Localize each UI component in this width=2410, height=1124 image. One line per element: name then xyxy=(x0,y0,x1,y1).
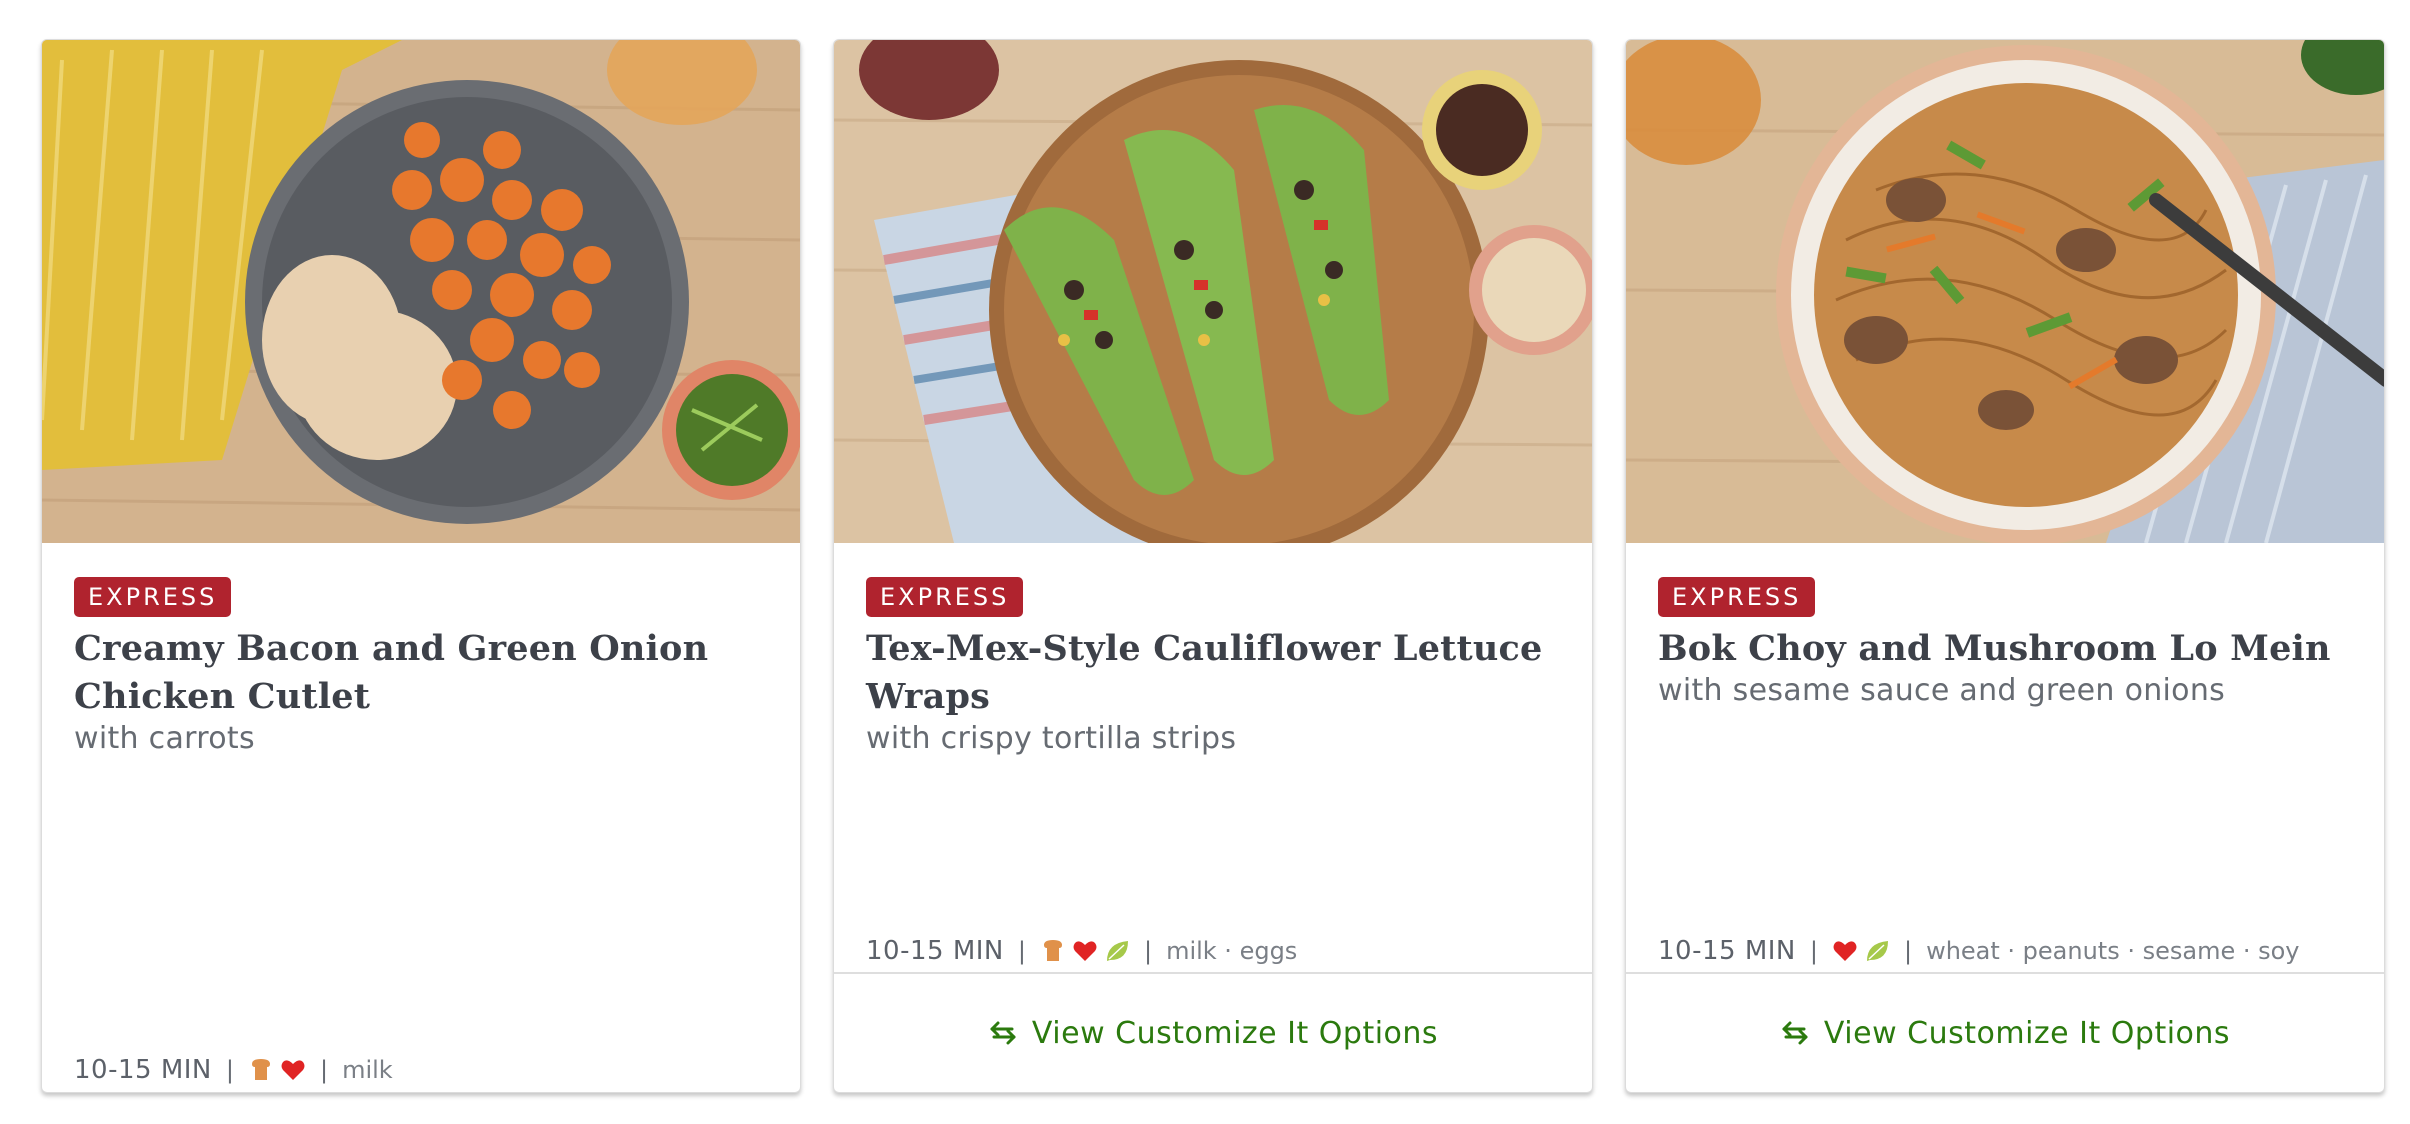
diet-icons xyxy=(248,1057,306,1083)
express-badge: EXPRESS xyxy=(74,577,232,617)
swap-arrows-icon xyxy=(988,1018,1018,1048)
heart-icon xyxy=(1832,938,1858,964)
swap-arrows-icon xyxy=(1780,1018,1810,1048)
heart-icon xyxy=(280,1057,306,1083)
meta-divider: | xyxy=(1903,937,1913,965)
meal-photo[interactable] xyxy=(1626,40,2384,543)
meal-card-grid: EXPRESS Creamy Bacon and Green Onion Chi… xyxy=(41,39,2385,1093)
cook-time: 10-15 MIN xyxy=(74,1055,212,1085)
express-badge: EXPRESS xyxy=(866,577,1024,617)
meta-divider: | xyxy=(1017,937,1026,965)
cook-time: 10-15 MIN xyxy=(1658,936,1796,966)
allergens: milk · eggs xyxy=(1166,937,1298,965)
meta-divider: | xyxy=(319,1056,329,1084)
express-badge: EXPRESS xyxy=(1658,577,1816,617)
meal-card[interactable]: EXPRESS Creamy Bacon and Green Onion Chi… xyxy=(41,39,801,1093)
leaf-icon xyxy=(1104,938,1130,964)
leaf-icon xyxy=(1864,938,1890,964)
meal-title[interactable]: Creamy Bacon and Green Onion Chicken Cut… xyxy=(74,625,772,721)
meta-divider: | xyxy=(225,1056,234,1084)
heart-icon xyxy=(1072,938,1098,964)
customize-options-button[interactable]: View Customize It Options xyxy=(834,972,1592,1092)
meal-title[interactable]: Bok Choy and Mushroom Lo Mein xyxy=(1658,625,2356,673)
diet-icons xyxy=(1040,938,1130,964)
card-body: EXPRESS Creamy Bacon and Green Onion Chi… xyxy=(74,577,772,757)
card-body: EXPRESS Tex-Mex-Style Cauliflower Lettuc… xyxy=(866,577,1564,757)
meal-title[interactable]: Tex-Mex-Style Cauliflower Lettuce Wraps xyxy=(866,625,1564,721)
meal-photo[interactable] xyxy=(834,40,1592,543)
customize-options-label: View Customize It Options xyxy=(1823,1015,2231,1051)
meal-subtitle: with sesame sauce and green onions xyxy=(1658,673,2226,708)
meal-subtitle: with carrots xyxy=(74,721,255,756)
allergens: wheat · peanuts · sesame · soy xyxy=(1926,937,2300,965)
meal-subtitle: with crispy tortilla strips xyxy=(866,721,1237,756)
meal-meta: 10-15 MIN | | milk xyxy=(74,1055,393,1085)
carb-icon xyxy=(1040,938,1066,964)
meta-divider: | xyxy=(1143,937,1153,965)
meal-card[interactable]: EXPRESS Tex-Mex-Style Cauliflower Lettuc… xyxy=(833,39,1593,1093)
customize-options-label: View Customize It Options xyxy=(1031,1015,1439,1051)
meal-meta: 10-15 MIN | | wheat · peanuts · sesame ·… xyxy=(1658,936,2300,966)
meal-photo[interactable] xyxy=(42,40,800,543)
card-body: EXPRESS Bok Choy and Mushroom Lo Mein wi… xyxy=(1658,577,2356,709)
carb-icon xyxy=(248,1057,274,1083)
meal-meta: 10-15 MIN | | milk · eggs xyxy=(866,936,1297,966)
diet-icons xyxy=(1832,938,1890,964)
meta-divider: | xyxy=(1809,937,1818,965)
meal-card[interactable]: EXPRESS Bok Choy and Mushroom Lo Mein wi… xyxy=(1625,39,2385,1093)
customize-options-button[interactable]: View Customize It Options xyxy=(1626,972,2384,1092)
cook-time: 10-15 MIN xyxy=(866,936,1004,966)
allergens: milk xyxy=(342,1056,393,1084)
